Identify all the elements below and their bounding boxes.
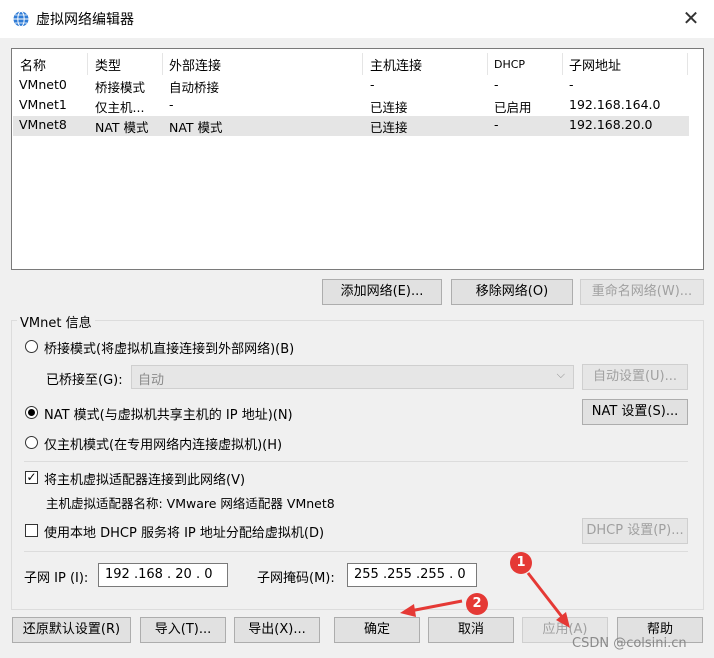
annotation-badge-1: 1: [510, 552, 532, 574]
watermark-text: CSDN @colsini.cn: [572, 636, 687, 651]
annotation-badge-2: 2: [466, 593, 488, 615]
annotation-arrows: [400, 572, 570, 628]
